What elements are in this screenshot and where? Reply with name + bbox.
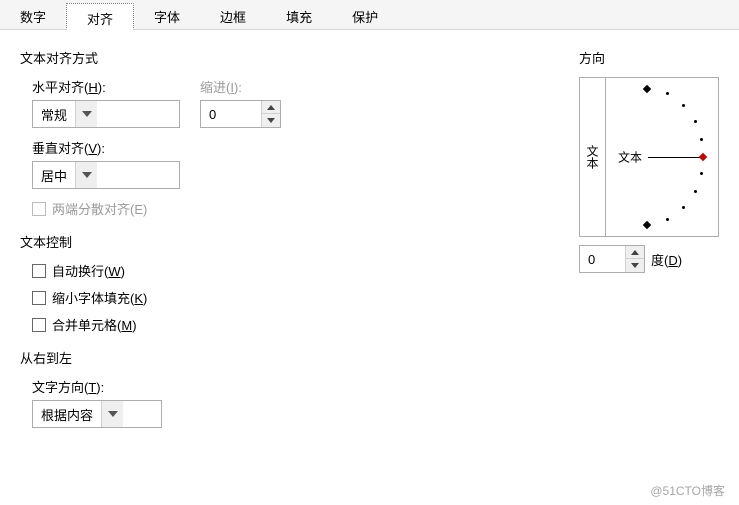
checkbox-icon [32, 202, 46, 216]
dial-dot [643, 85, 651, 93]
dial-dot [682, 206, 685, 209]
chevron-down-icon [75, 101, 97, 127]
section-title-rtl: 从右到左 [20, 348, 549, 367]
dial-dot [694, 120, 697, 123]
spinner-value: 0 [580, 246, 625, 272]
checkbox-wrap-text[interactable]: 自动换行(W) [32, 261, 549, 280]
checkbox-icon [32, 291, 46, 305]
tab-protection[interactable]: 保护 [332, 2, 398, 29]
dial-dot [700, 138, 703, 141]
dial-dot [700, 172, 703, 175]
dial-dot [666, 92, 669, 95]
section-title-orientation: 方向 [579, 48, 719, 67]
dropdown-text-direction[interactable]: 根据内容 [32, 400, 162, 428]
section-text-control: 文本控制 自动换行(W) 缩小字体填充(K) 合 [20, 232, 549, 334]
orientation-dial[interactable]: 文本 [606, 78, 718, 236]
checkbox-label: 缩小字体填充(K) [52, 288, 147, 307]
dropdown-horizontal-align[interactable]: 常规 [32, 100, 180, 128]
dial-dot [694, 190, 697, 193]
orientation-vertical-label: 文本 [584, 145, 601, 169]
checkbox-justify-distributed: 两端分散对齐(E) [32, 199, 549, 218]
watermark: @51CTO博客 [650, 482, 725, 499]
tab-alignment[interactable]: 对齐 [66, 3, 134, 30]
dial-dot [643, 221, 651, 229]
label-text-direction: 文字方向(T): [32, 377, 549, 396]
spinner-degrees[interactable]: 0 [579, 245, 645, 273]
label-horizontal-align: 水平对齐(H): [32, 77, 180, 96]
dial-dot [666, 218, 669, 221]
spinner-up-icon[interactable] [262, 101, 280, 114]
checkbox-icon [32, 264, 46, 278]
spinner-down-icon[interactable] [626, 259, 644, 272]
chevron-down-icon [75, 162, 97, 188]
section-title-text-alignment: 文本对齐方式 [20, 48, 549, 67]
spinner-indent[interactable]: 0 [200, 100, 281, 128]
orientation-control[interactable]: 文本 文本 [579, 77, 719, 237]
spinner-up-icon[interactable] [626, 246, 644, 259]
dropdown-vertical-align[interactable]: 居中 [32, 161, 180, 189]
orientation-dial-label: 文本 [618, 149, 642, 166]
spinner-value: 0 [201, 101, 261, 127]
section-title-text-control: 文本控制 [20, 232, 549, 251]
tab-number[interactable]: 数字 [0, 2, 66, 29]
dropdown-value: 常规 [33, 105, 75, 124]
section-orientation: 方向 文本 文本 [579, 48, 719, 273]
checkbox-shrink-to-fit[interactable]: 缩小字体填充(K) [32, 288, 549, 307]
checkbox-label: 自动换行(W) [52, 261, 125, 280]
dropdown-value: 根据内容 [33, 405, 101, 424]
tab-bar: 数字 对齐 字体 边框 填充 保护 [0, 0, 739, 30]
dial-selected-dot [699, 153, 707, 161]
orientation-vertical-text-button[interactable]: 文本 [580, 78, 606, 236]
chevron-down-icon [101, 401, 123, 427]
checkbox-merge-cells[interactable]: 合并单元格(M) [32, 315, 549, 334]
section-right-to-left: 从右到左 文字方向(T): 根据内容 [20, 348, 549, 438]
tab-fill[interactable]: 填充 [266, 2, 332, 29]
dial-dot [682, 104, 685, 107]
orientation-dial-indicator [648, 157, 700, 158]
tab-font[interactable]: 字体 [134, 2, 200, 29]
checkbox-icon [32, 318, 46, 332]
spinner-down-icon[interactable] [262, 114, 280, 127]
label-indent: 缩进(I): [200, 77, 281, 96]
tab-border[interactable]: 边框 [200, 2, 266, 29]
checkbox-label: 两端分散对齐(E) [52, 199, 147, 218]
label-vertical-align: 垂直对齐(V): [32, 138, 549, 157]
dropdown-value: 居中 [33, 166, 75, 185]
label-degrees: 度(D) [651, 250, 682, 269]
section-text-alignment: 文本对齐方式 水平对齐(H): 常规 缩 [20, 48, 549, 218]
checkbox-label: 合并单元格(M) [52, 315, 137, 334]
